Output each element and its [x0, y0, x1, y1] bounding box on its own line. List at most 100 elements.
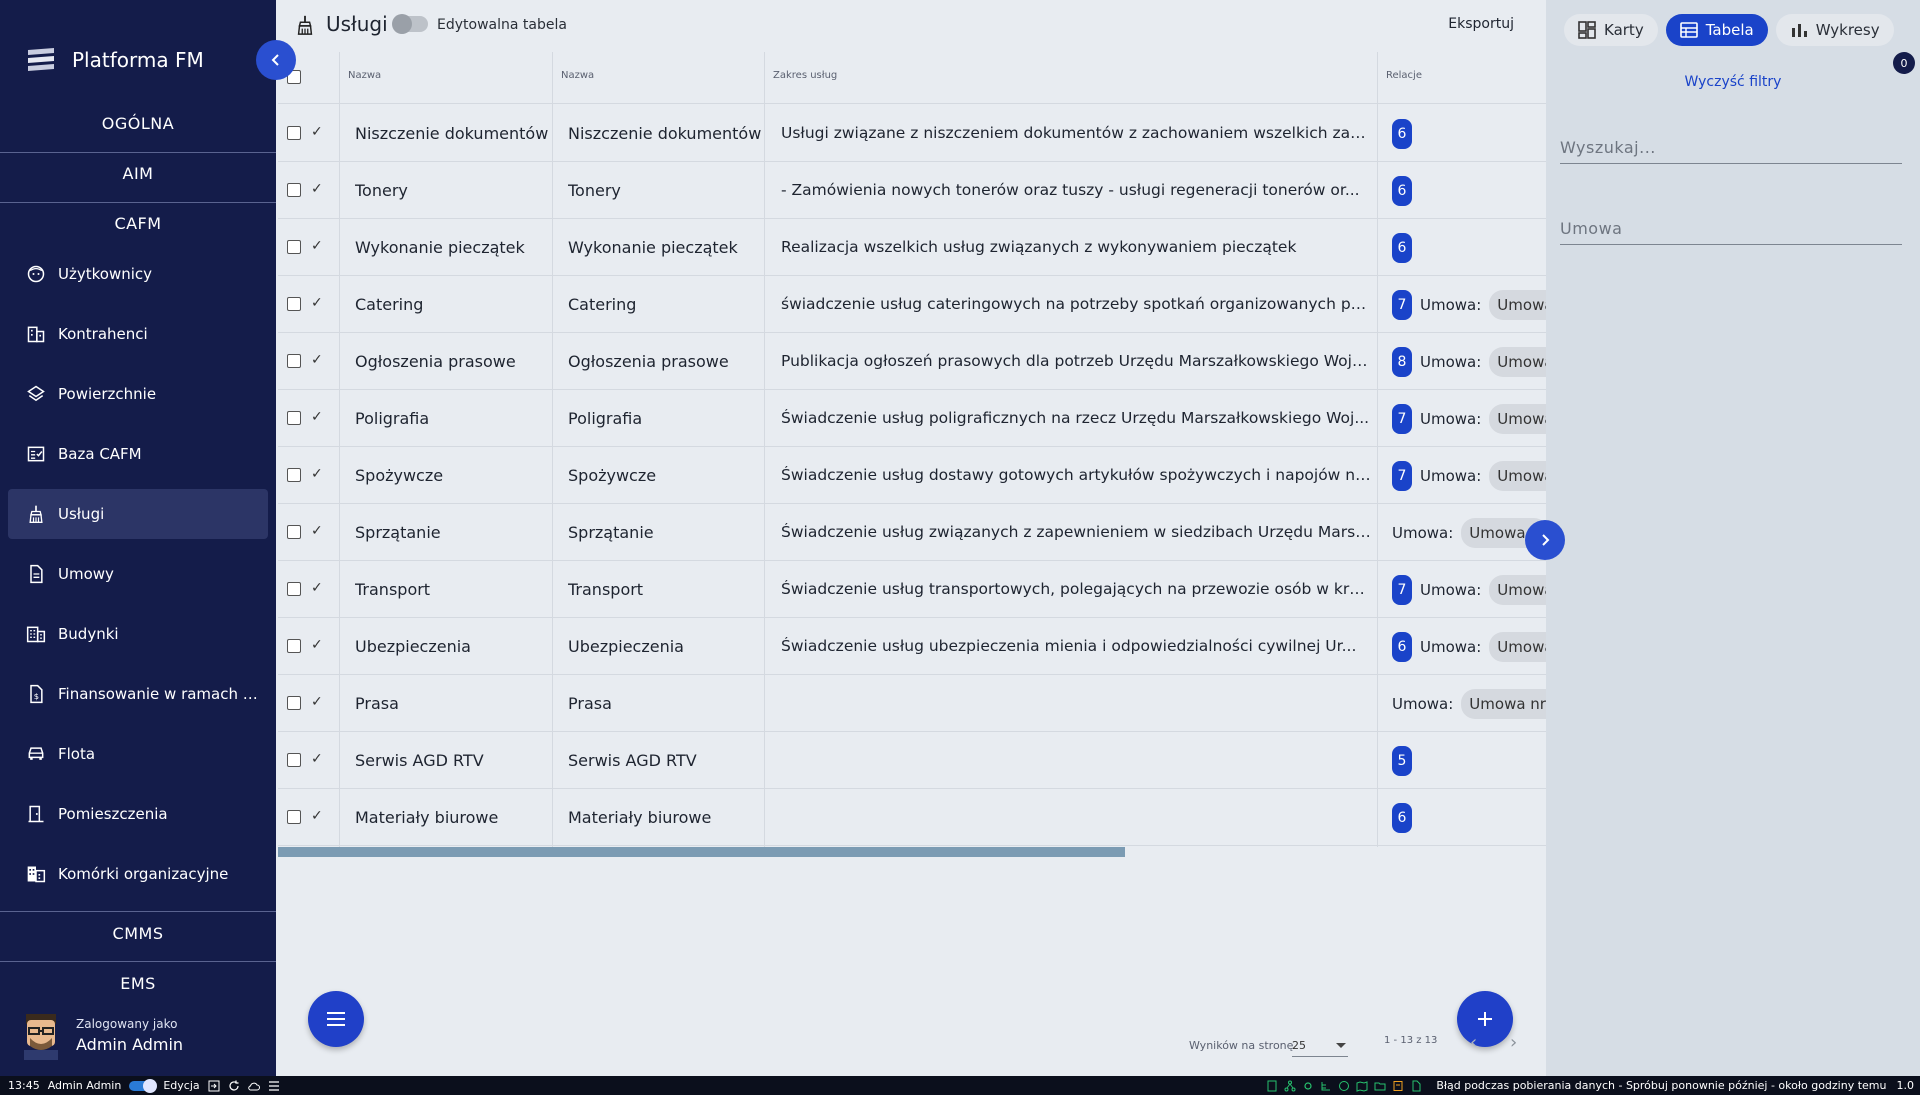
contract-chip[interactable]: Umowa — [1489, 460, 1546, 491]
next-page-button[interactable]: › — [1510, 1032, 1517, 1053]
cell-name: Wykonanie pieczątek — [355, 238, 525, 257]
user-profile[interactable]: Zalogowany jako Admin Admin — [20, 1010, 183, 1060]
menu-icon — [327, 1012, 345, 1026]
sidebar-item-finansowanie[interactable]: $ Finansowanie w ramach p... — [8, 669, 268, 719]
table-row[interactable]: ✓ Sprzątanie Sprzątanie Świadczenie usług z… — [278, 504, 1546, 561]
menu-icon[interactable] — [268, 1080, 280, 1092]
file-icon[interactable] — [1410, 1080, 1422, 1092]
section-aim[interactable]: AIM — [0, 164, 276, 183]
section-ogolna[interactable]: OGÓLNA — [0, 114, 276, 133]
settings-icon[interactable] — [1302, 1080, 1314, 1092]
rows-per-page-select[interactable]: 25 — [1292, 1033, 1348, 1057]
globe-icon[interactable] — [1338, 1080, 1350, 1092]
sidebar-item-komorki[interactable]: Komórki organizacyjne — [8, 849, 268, 899]
table-row[interactable]: ✓ Transport Transport Świadczenie usług tra… — [278, 561, 1546, 618]
sidebar-item-flota[interactable]: Flota — [8, 729, 268, 779]
table-row[interactable]: ✓ Poligrafia Poligrafia Świadczenie usług p… — [278, 390, 1546, 447]
tree-icon[interactable] — [1320, 1080, 1332, 1092]
sidebar-item-powierzchnie[interactable]: Powierzchnie — [8, 369, 268, 419]
network-icon[interactable] — [1284, 1080, 1296, 1092]
column-header-nazwa-2[interactable]: Nazwa — [561, 70, 594, 81]
table-row[interactable]: ✓ Ubezpieczenia Ubezpieczenia Świadczenie u… — [278, 618, 1546, 675]
cell-name-2: Wykonanie pieczątek — [568, 238, 738, 257]
table-row[interactable]: ✓ Wykonanie pieczątek Wykonanie pieczątek R… — [278, 219, 1546, 276]
refresh-icon[interactable] — [228, 1080, 240, 1092]
column-header-zakres[interactable]: Zakres usług — [773, 70, 837, 81]
table-row[interactable]: ✓ Serwis AGD RTV Serwis AGD RTV 5 — [278, 732, 1546, 789]
row-checkbox[interactable] — [287, 525, 301, 539]
sidebar-item-budynki[interactable]: Budynki — [8, 609, 268, 659]
section-cafm[interactable]: CAFM — [0, 214, 276, 233]
warning-icon[interactable] — [1392, 1080, 1404, 1092]
contract-chip[interactable]: Umowa nr W — [1461, 688, 1546, 719]
prev-page-button[interactable]: ‹ — [1470, 1032, 1477, 1053]
table-row[interactable]: ✓ Spożywcze Spożywcze Świadczenie usług dos… — [278, 447, 1546, 504]
section-ems[interactable]: EMS — [0, 974, 276, 993]
contract-chip[interactable]: Umowa — [1489, 289, 1546, 320]
edit-mode-toggle[interactable] — [129, 1078, 158, 1093]
menu-fab-button[interactable] — [308, 991, 364, 1047]
expand-panel-button[interactable] — [1525, 520, 1565, 560]
table-row[interactable]: ✓ Materiały biurowe Materiały biurowe 6 — [278, 789, 1546, 846]
row-checkbox[interactable] — [287, 753, 301, 767]
tab-wykresy[interactable]: Wykresy — [1775, 14, 1894, 46]
contract-chip[interactable]: Umowa — [1489, 631, 1546, 662]
login-icon[interactable] — [208, 1080, 220, 1092]
search-input[interactable] — [1560, 132, 1902, 164]
status-user: Admin Admin — [47, 1079, 122, 1092]
building-icon[interactable] — [1266, 1080, 1278, 1092]
column-header-nazwa[interactable]: Nazwa — [348, 70, 381, 81]
sidebar-item-uslugi[interactable]: Usługi — [8, 489, 268, 539]
cell-scope: świadczenie usług cateringowych na potrz… — [781, 295, 1371, 313]
row-checkbox[interactable] — [287, 696, 301, 710]
row-checkbox[interactable] — [287, 639, 301, 653]
row-checkbox[interactable] — [287, 810, 301, 824]
chevron-right-icon — [1542, 534, 1550, 546]
sidebar-item-label: Umowy — [58, 565, 114, 583]
row-checkbox[interactable] — [287, 354, 301, 368]
contract-filter-input[interactable] — [1560, 213, 1902, 245]
row-checkbox[interactable] — [287, 468, 301, 482]
cell-relations: 6 — [1392, 162, 1412, 219]
contract-chip[interactable]: Umowa — [1489, 574, 1546, 605]
sidebar-item-baza-cafm[interactable]: Baza CAFM — [8, 429, 268, 479]
check-icon: ✓ — [311, 751, 323, 767]
sidebar-item-pomieszczenia[interactable]: Pomieszczenia — [8, 789, 268, 839]
section-cmms[interactable]: CMMS — [0, 924, 276, 943]
row-checkbox[interactable] — [287, 411, 301, 425]
sidebar-item-label: Pomieszczenia — [58, 805, 168, 823]
check-icon: ✓ — [311, 124, 323, 140]
table-row[interactable]: ✓ Catering Catering świadczenie usług cater… — [278, 276, 1546, 333]
clear-filters-button[interactable]: Wyczyść filtry — [1546, 74, 1920, 90]
folder-icon[interactable] — [1374, 1080, 1386, 1092]
sidebar-item-uzytkownicy[interactable]: Użytkownicy — [8, 249, 268, 299]
brand[interactable]: Platforma FM — [24, 40, 204, 80]
row-checkbox[interactable] — [287, 126, 301, 140]
tab-label: Wykresy — [1815, 21, 1880, 39]
row-checkbox[interactable] — [287, 183, 301, 197]
relation-label: Umowa: — [1420, 352, 1482, 371]
export-button[interactable]: Eksportuj — [1448, 16, 1514, 32]
row-checkbox[interactable] — [287, 297, 301, 311]
sidebar-item-umowy[interactable]: Umowy — [8, 549, 268, 599]
tab-tabela[interactable]: Tabela — [1665, 14, 1768, 46]
table-row[interactable]: ✓ Niszczenie dokumentów Niszczenie dokumen… — [278, 105, 1546, 162]
sidebar-item-kontrahenci[interactable]: Kontrahenci — [8, 309, 268, 359]
cloud-icon[interactable] — [247, 1080, 260, 1092]
horizontal-scrollbar[interactable] — [278, 847, 1125, 857]
row-checkbox[interactable] — [287, 240, 301, 254]
sidebar-item-label: Komórki organizacyjne — [58, 865, 229, 883]
contract-chip[interactable]: Umowa — [1489, 346, 1546, 377]
contract-chip[interactable]: Umowa — [1489, 403, 1546, 434]
add-service-button[interactable] — [1457, 991, 1513, 1047]
table-row[interactable]: ✓ Tonery Tonery - Zamówienia nowych tonerów… — [278, 162, 1546, 219]
editable-table-toggle[interactable] — [392, 14, 428, 34]
tab-karty[interactable]: Karty — [1564, 14, 1658, 46]
table-row[interactable]: ✓ Prasa Prasa Umowa: Umowa nr W — [278, 675, 1546, 732]
map-icon[interactable] — [1356, 1080, 1368, 1092]
collapse-sidebar-button[interactable] — [256, 40, 296, 80]
brand-title: Platforma FM — [72, 48, 204, 72]
row-checkbox[interactable] — [287, 582, 301, 596]
column-header-relacje[interactable]: Relacje — [1386, 70, 1422, 81]
table-row[interactable]: ✓ Ogłoszenia prasowe Ogłoszenia prasowe Pub… — [278, 333, 1546, 390]
